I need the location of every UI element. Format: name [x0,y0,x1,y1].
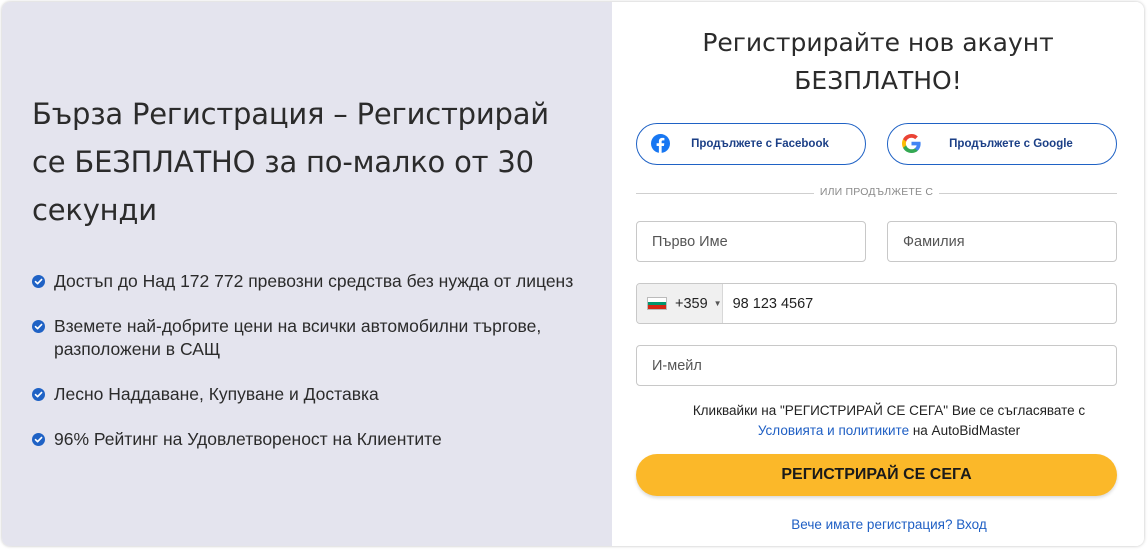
check-circle-icon [32,275,45,288]
check-circle-icon [32,388,45,401]
facebook-login-button[interactable]: Продължете с Facebook [636,123,866,165]
registration-card: Бърза Регистрация – Регистрирай се БЕЗПЛ… [2,2,1144,546]
check-circle-icon [32,433,45,446]
facebook-button-label: Продължете с Facebook [691,138,829,150]
register-button[interactable]: РЕГИСТРИРАЙ СЕ СЕГА [636,454,1117,496]
or-divider: ИЛИ ПРОДЪЛЖЕТЕ С [636,186,1117,200]
phone-field: +359 ▼ [636,283,1117,324]
country-code: +359 [675,295,708,312]
benefit-text: Лесно Наддаване, Купуване и Доставка [54,384,379,404]
terms-link[interactable]: Условията и политиките [758,423,909,438]
registration-form: Регистрирайте нов акаунт БЕЗПЛАТНО! Прод… [612,2,1144,546]
form-title-line1: Регистрирайте нов акаунт [702,28,1054,57]
login-link[interactable]: Вече имате регистрация? Вход [612,517,1144,532]
first-name-input[interactable] [637,222,865,261]
promo-panel: Бърза Регистрация – Регистрирай се БЕЗПЛ… [2,2,612,546]
benefits-list: Достъп до Над 172 772 превозни средства … [32,270,612,451]
form-title: Регистрирайте нов акаунт БЕЗПЛАТНО! [612,24,1144,100]
benefit-item: Достъп до Над 172 772 превозни средства … [32,270,592,293]
promo-headline: Бърза Регистрация – Регистрирай се БЕЗПЛ… [32,97,549,227]
last-name-field [887,221,1117,262]
divider-line [939,193,1117,194]
terms-text: Кликвайки на "РЕГИСТРИРАЙ СЕ СЕГА" Вие с… [692,403,1086,418]
google-login-button[interactable]: Продължете с Google [887,123,1117,165]
last-name-input[interactable] [888,222,1116,261]
chevron-down-icon: ▼ [713,299,722,308]
form-title-line2: БЕЗПЛАТНО! [794,66,962,95]
first-name-field [636,221,866,262]
google-button-label: Продължете с Google [949,138,1073,150]
email-field [636,345,1117,386]
phone-input[interactable] [722,284,1116,323]
facebook-icon [651,134,670,153]
benefit-text: Вземете най-добрите цени на всички автом… [54,316,542,359]
benefit-item: Лесно Наддаване, Купуване и Доставка [32,383,592,406]
check-circle-icon [32,320,45,333]
email-input[interactable] [637,346,1116,385]
benefit-text: 96% Рейтинг на Удовлетвореност на Клиент… [54,429,442,449]
benefit-item: 96% Рейтинг на Удовлетвореност на Клиент… [32,428,592,451]
terms-line2: Условията и политиките на AutoBidMaster [634,421,1144,441]
benefit-item: Вземете най-добрите цени на всички автом… [32,315,592,361]
google-icon [902,134,921,153]
terms-notice: Кликвайки на "РЕГИСТРИРАЙ СЕ СЕГА" Вие с… [612,401,1144,441]
benefit-text: Достъп до Над 172 772 превозни средства … [54,271,574,291]
country-code-selector[interactable]: +359 ▼ [637,284,723,323]
terms-suffix: на AutoBidMaster [909,423,1021,438]
bulgaria-flag-icon [647,297,667,310]
divider-text: ИЛИ ПРОДЪЛЖЕТЕ С [819,186,934,198]
